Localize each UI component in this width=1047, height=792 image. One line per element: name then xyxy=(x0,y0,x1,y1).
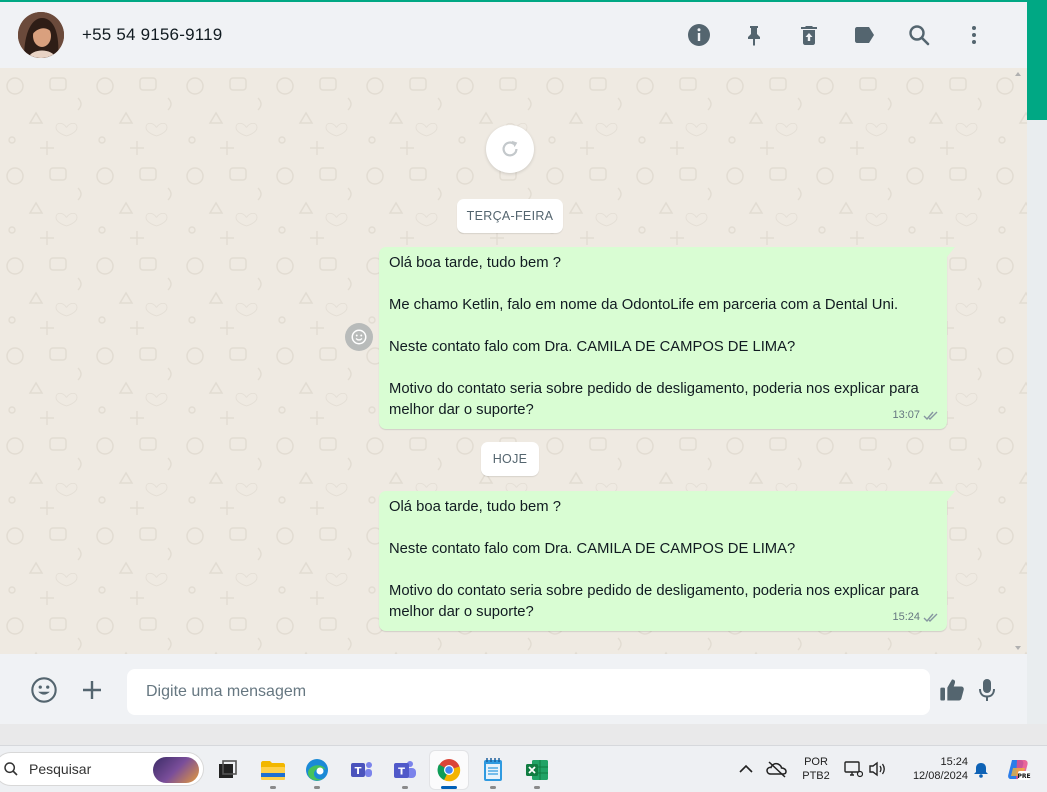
message-time: 13:07 xyxy=(892,409,920,421)
taskbar-edge[interactable] xyxy=(298,751,336,789)
show-hidden-icons-button[interactable] xyxy=(735,758,757,780)
network-icon xyxy=(844,761,863,778)
emoji-icon xyxy=(31,677,57,703)
contact-info-button[interactable] xyxy=(671,15,726,55)
taskbar: Pesquisar T T POR PTB2 15:24 12/08/2024 … xyxy=(0,745,1047,792)
thumbs-up-icon xyxy=(940,679,964,701)
teams-icon: T xyxy=(394,761,416,778)
taskbar-teams[interactable]: T xyxy=(386,751,424,789)
message-text: Olá boa tarde, tudo bem ? Neste contato … xyxy=(389,499,919,620)
refresh-icon xyxy=(502,140,518,157)
search-icon xyxy=(908,25,929,46)
running-indicator xyxy=(402,786,408,789)
edge-icon xyxy=(306,759,328,781)
clock-date: 12/08/2024 xyxy=(912,770,968,782)
svg-text:T: T xyxy=(355,766,362,777)
keyboard-layout: PTB2 xyxy=(802,770,830,782)
excel-icon xyxy=(526,760,548,780)
pin-button[interactable] xyxy=(726,15,781,55)
search-button[interactable] xyxy=(891,15,946,55)
delete-icon xyxy=(800,26,817,45)
taskbar-file-explorer[interactable] xyxy=(254,751,292,789)
info-icon xyxy=(687,24,710,46)
voice-message-button[interactable] xyxy=(971,674,1003,706)
header-actions xyxy=(671,2,1001,68)
attach-button[interactable] xyxy=(76,674,108,706)
copilot-icon: PRE xyxy=(1008,760,1031,780)
taskbar-excel[interactable] xyxy=(518,751,556,789)
taskbar-chrome[interactable] xyxy=(430,751,468,789)
whatsapp-window: +55 54 9156-9119 TERÇA-FEIRA Olá boa tar… xyxy=(0,0,1027,724)
outgoing-message[interactable]: Olá boa tarde, tudo bem ? Neste contato … xyxy=(379,491,955,631)
load-older-messages-button[interactable] xyxy=(486,125,534,173)
task-view-icon xyxy=(219,760,237,778)
onedrive-status[interactable] xyxy=(766,758,788,780)
message-text: Olá boa tarde, tudo bem ? Me chamo Ketli… xyxy=(389,255,919,418)
cloud-offline-icon xyxy=(766,761,787,778)
plus-icon xyxy=(83,681,101,699)
chevron-up-icon xyxy=(739,764,753,773)
message-input[interactable] xyxy=(127,669,930,715)
taskbar-search-label: Pesquisar xyxy=(29,761,92,777)
running-indicator xyxy=(490,786,496,789)
language-code: POR xyxy=(804,756,828,768)
double-check-icon xyxy=(923,613,938,623)
date-chip: TERÇA-FEIRA xyxy=(457,199,563,233)
contact-name[interactable]: +55 54 9156-9119 xyxy=(82,25,222,45)
date-chip: HOJE xyxy=(481,442,539,476)
message-time: 15:24 xyxy=(892,611,920,623)
taskbar-notepad[interactable] xyxy=(474,751,512,789)
volume-button[interactable] xyxy=(866,758,888,780)
delete-button[interactable] xyxy=(781,15,836,55)
reaction-button[interactable] xyxy=(345,323,373,351)
bell-icon xyxy=(974,763,988,778)
accent-bar xyxy=(1027,0,1047,120)
chat-header: +55 54 9156-9119 xyxy=(0,2,1027,68)
emoji-button[interactable] xyxy=(28,674,60,706)
label-icon xyxy=(854,27,874,43)
taskbar-teams-work[interactable]: T xyxy=(342,751,380,789)
scroll-up-arrow[interactable] xyxy=(1015,72,1021,76)
running-indicator xyxy=(441,786,457,789)
avatar[interactable] xyxy=(18,12,64,58)
message-composer xyxy=(0,654,1027,724)
window-scroll-edge xyxy=(1027,0,1047,724)
chrome-icon xyxy=(437,759,461,782)
outgoing-message[interactable]: Olá boa tarde, tudo bem ? Me chamo Ketli… xyxy=(379,247,955,429)
chat-area[interactable]: TERÇA-FEIRA Olá boa tarde, tudo bem ? Me… xyxy=(0,68,1027,654)
notepad-icon xyxy=(484,758,502,781)
search-icon xyxy=(4,762,18,776)
svg-text:PRE: PRE xyxy=(1017,773,1030,780)
network-button[interactable] xyxy=(842,758,864,780)
menu-button[interactable] xyxy=(946,15,1001,55)
microphone-icon xyxy=(979,679,995,701)
clock[interactable]: 15:24 12/08/2024 xyxy=(900,755,968,783)
scroll-down-arrow[interactable] xyxy=(1015,646,1021,650)
copilot-button[interactable]: PRE xyxy=(1004,758,1032,780)
folder-icon xyxy=(261,761,285,780)
pin-icon xyxy=(747,26,760,46)
more-icon xyxy=(971,26,976,44)
running-indicator xyxy=(534,786,540,789)
message-meta: 13:07 xyxy=(892,405,939,426)
emoji-icon xyxy=(351,329,367,345)
taskbar-search[interactable]: Pesquisar xyxy=(0,752,204,786)
running-indicator xyxy=(314,786,320,789)
like-button[interactable] xyxy=(936,674,968,706)
message-meta: 15:24 xyxy=(892,607,939,628)
notifications-button[interactable] xyxy=(970,758,992,780)
svg-text:T: T xyxy=(398,767,405,778)
teams-icon: T xyxy=(351,762,372,777)
double-check-icon xyxy=(923,411,938,421)
search-highlight-image xyxy=(153,757,199,783)
language-indicator[interactable]: POR PTB2 xyxy=(800,755,832,783)
running-indicator xyxy=(270,786,276,789)
task-view-button[interactable] xyxy=(208,751,246,789)
label-button[interactable] xyxy=(836,15,891,55)
speaker-icon xyxy=(869,761,885,777)
clock-time: 15:24 xyxy=(940,756,968,768)
